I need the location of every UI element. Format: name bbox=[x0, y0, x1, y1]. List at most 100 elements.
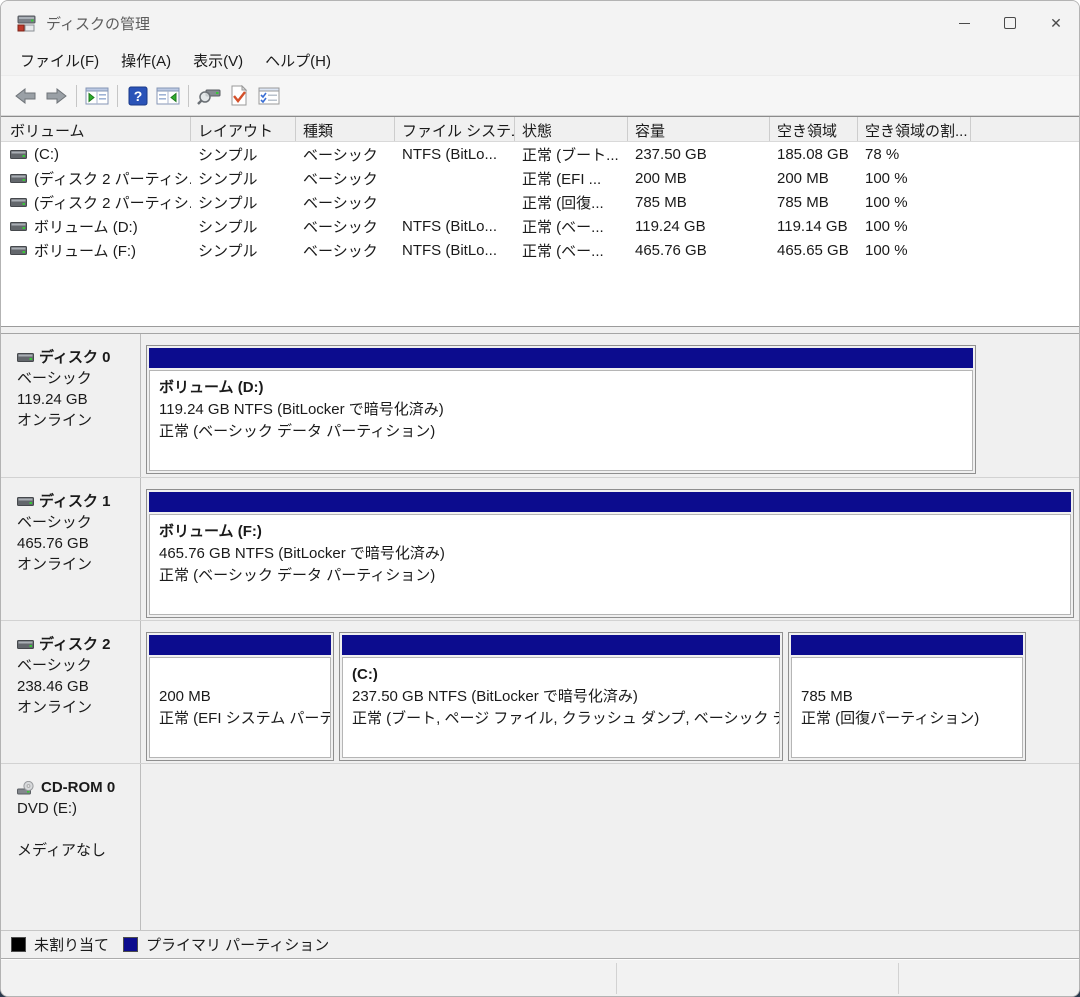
volume-row-disk2-part1[interactable]: (ディスク 2 パーティシ... シンプル ベーシック 正常 (EFI ... … bbox=[1, 166, 1079, 190]
column-header-layout[interactable]: レイアウト bbox=[191, 117, 296, 141]
disk-0-label[interactable]: ディスク 0 ベーシック 119.24 GB オンライン bbox=[1, 334, 141, 477]
check-document-icon bbox=[230, 85, 248, 106]
disk-0-partitions: ボリューム (D:) 119.24 GB NTFS (BitLocker で暗号… bbox=[141, 334, 1079, 477]
checklist-button[interactable] bbox=[254, 82, 284, 110]
toolbar: ? bbox=[1, 76, 1079, 116]
drive-icon bbox=[10, 221, 27, 232]
maximize-button[interactable] bbox=[987, 1, 1033, 45]
volume-row-c[interactable]: (C:) シンプル ベーシック NTFS (BitLo... 正常 (ブート..… bbox=[1, 142, 1079, 166]
column-header-capacity[interactable]: 容量 bbox=[628, 117, 770, 141]
partition-type-bar bbox=[149, 635, 331, 655]
back-button[interactable] bbox=[11, 82, 41, 110]
pane-splitter[interactable] bbox=[1, 326, 1079, 334]
close-button[interactable]: ✕ bbox=[1033, 1, 1079, 45]
unallocated-label: 未割り当て bbox=[34, 934, 109, 955]
drive-icon bbox=[10, 149, 27, 160]
menu-view[interactable]: 表示(V) bbox=[182, 47, 254, 74]
disk-1-partitions: ボリューム (F:) 465.76 GB NTFS (BitLocker で暗号… bbox=[141, 478, 1079, 620]
show-action-pane-icon bbox=[156, 87, 180, 105]
svg-text:?: ? bbox=[134, 88, 143, 104]
status-bar-divider bbox=[616, 963, 617, 994]
partition-recovery[interactable]: 785 MB 正常 (回復パーティション) bbox=[788, 632, 1026, 761]
show-action-pane-button[interactable] bbox=[153, 82, 183, 110]
minimize-icon bbox=[959, 23, 970, 24]
partition-state: 正常 (ブート, ページ ファイル, クラッシュ ダンプ, ベーシック データ … bbox=[352, 708, 779, 730]
primary-partition-swatch bbox=[123, 937, 138, 952]
disk-status: オンライン bbox=[17, 554, 136, 575]
partition-type-bar bbox=[149, 492, 1071, 512]
cd-rom-icon bbox=[17, 781, 36, 795]
show-console-tree-icon bbox=[85, 87, 109, 105]
spacer bbox=[17, 819, 136, 840]
back-icon bbox=[15, 88, 37, 104]
partition-volume-d[interactable]: ボリューム (D:) 119.24 GB NTFS (BitLocker で暗号… bbox=[146, 345, 976, 474]
partition-state: 正常 (ベーシック データ パーティション) bbox=[159, 565, 1070, 587]
disk-management-app-icon bbox=[17, 15, 36, 32]
volume-row-f[interactable]: ボリューム (F:) シンプル ベーシック NTFS (BitLo... 正常 … bbox=[1, 238, 1079, 262]
column-header-filesystem[interactable]: ファイル システム bbox=[395, 117, 515, 141]
partition-detail: 785 MB bbox=[801, 686, 1022, 708]
titlebar: ディスクの管理 ✕ bbox=[1, 1, 1079, 45]
forward-icon bbox=[45, 88, 67, 104]
drive-icon bbox=[10, 197, 27, 208]
partition-info: 200 MB 正常 (EFI システム パーテ bbox=[149, 657, 331, 758]
menu-help[interactable]: ヘルプ(H) bbox=[254, 47, 342, 74]
toolbar-separator bbox=[188, 85, 189, 107]
column-header-volume[interactable]: ボリューム bbox=[1, 117, 191, 141]
partition-c[interactable]: (C:) 237.50 GB NTFS (BitLocker で暗号化済み) 正… bbox=[339, 632, 783, 761]
volume-name: (ディスク 2 パーティシ... bbox=[34, 192, 191, 213]
cdrom-name: CD-ROM 0 bbox=[41, 777, 115, 798]
disk-2-partitions: 200 MB 正常 (EFI システム パーテ (C:) 237.50 GB N… bbox=[141, 621, 1079, 763]
toolbar-separator bbox=[117, 85, 118, 107]
menu-bar: ファイル(F) 操作(A) 表示(V) ヘルプ(H) bbox=[1, 45, 1079, 76]
volume-name: (C:) bbox=[34, 146, 59, 163]
column-header-status[interactable]: 状態 bbox=[515, 117, 628, 141]
partition-state: 正常 (ベーシック データ パーティション) bbox=[159, 421, 972, 443]
maximize-icon bbox=[1004, 17, 1016, 29]
rescan-disks-button[interactable] bbox=[194, 82, 224, 110]
volume-row-disk2-part2[interactable]: (ディスク 2 パーティシ... シンプル ベーシック 正常 (回復... 78… bbox=[1, 190, 1079, 214]
disk-name: ディスク 1 bbox=[39, 491, 110, 512]
partition-type-bar bbox=[149, 348, 973, 368]
help-button[interactable]: ? bbox=[123, 82, 153, 110]
minimize-button[interactable] bbox=[941, 1, 987, 45]
help-icon: ? bbox=[128, 86, 148, 106]
partition-detail: 200 MB bbox=[159, 686, 330, 708]
status-bar bbox=[1, 958, 1079, 997]
disk-size: 238.46 GB bbox=[17, 676, 136, 697]
check-document-button[interactable] bbox=[224, 82, 254, 110]
menu-action[interactable]: 操作(A) bbox=[110, 47, 182, 74]
partition-state: 正常 (EFI システム パーテ bbox=[159, 708, 330, 730]
partition-efi-system[interactable]: 200 MB 正常 (EFI システム パーテ bbox=[146, 632, 334, 761]
partition-volume-f[interactable]: ボリューム (F:) 465.76 GB NTFS (BitLocker で暗号… bbox=[146, 489, 1074, 618]
volume-name: ボリューム (F:) bbox=[34, 240, 136, 261]
cdrom-label[interactable]: CD-ROM 0 DVD (E:) メディアなし bbox=[1, 764, 141, 930]
disk-name: ディスク 2 bbox=[39, 634, 110, 655]
volume-name: (ディスク 2 パーティシ... bbox=[34, 168, 191, 189]
disk-icon bbox=[17, 639, 34, 650]
column-header-type[interactable]: 種類 bbox=[296, 117, 395, 141]
disk-1-label[interactable]: ディスク 1 ベーシック 465.76 GB オンライン bbox=[1, 478, 141, 620]
cdrom-status: メディアなし bbox=[17, 840, 136, 861]
disk-icon bbox=[17, 496, 34, 507]
cdrom-row: CD-ROM 0 DVD (E:) メディアなし bbox=[1, 764, 1079, 930]
show-console-tree-button[interactable] bbox=[82, 82, 112, 110]
drive-icon bbox=[10, 173, 27, 184]
partition-detail: 465.76 GB NTFS (BitLocker で暗号化済み) bbox=[159, 543, 1070, 565]
unallocated-swatch bbox=[11, 937, 26, 952]
disk-2-label[interactable]: ディスク 2 ベーシック 238.46 GB オンライン bbox=[1, 621, 141, 763]
disk-management-window: ディスクの管理 ✕ ファイル(F) 操作(A) 表示(V) ヘルプ(H) bbox=[0, 0, 1080, 997]
forward-button[interactable] bbox=[41, 82, 71, 110]
toolbar-separator bbox=[76, 85, 77, 107]
volume-row-d[interactable]: ボリューム (D:) シンプル ベーシック NTFS (BitLo... 正常 … bbox=[1, 214, 1079, 238]
disk-type: ベーシック bbox=[17, 512, 136, 533]
partition-info: 785 MB 正常 (回復パーティション) bbox=[791, 657, 1023, 758]
partition-title bbox=[801, 664, 1022, 686]
disk-status: オンライン bbox=[17, 410, 136, 431]
column-header-free[interactable]: 空き領域 bbox=[770, 117, 858, 141]
drive-icon bbox=[10, 245, 27, 256]
partition-state: 正常 (回復パーティション) bbox=[801, 708, 1022, 730]
column-header-free-pct[interactable]: 空き領域の割... bbox=[858, 117, 971, 141]
menu-file[interactable]: ファイル(F) bbox=[9, 47, 110, 74]
partition-title: ボリューム (D:) bbox=[159, 377, 972, 399]
